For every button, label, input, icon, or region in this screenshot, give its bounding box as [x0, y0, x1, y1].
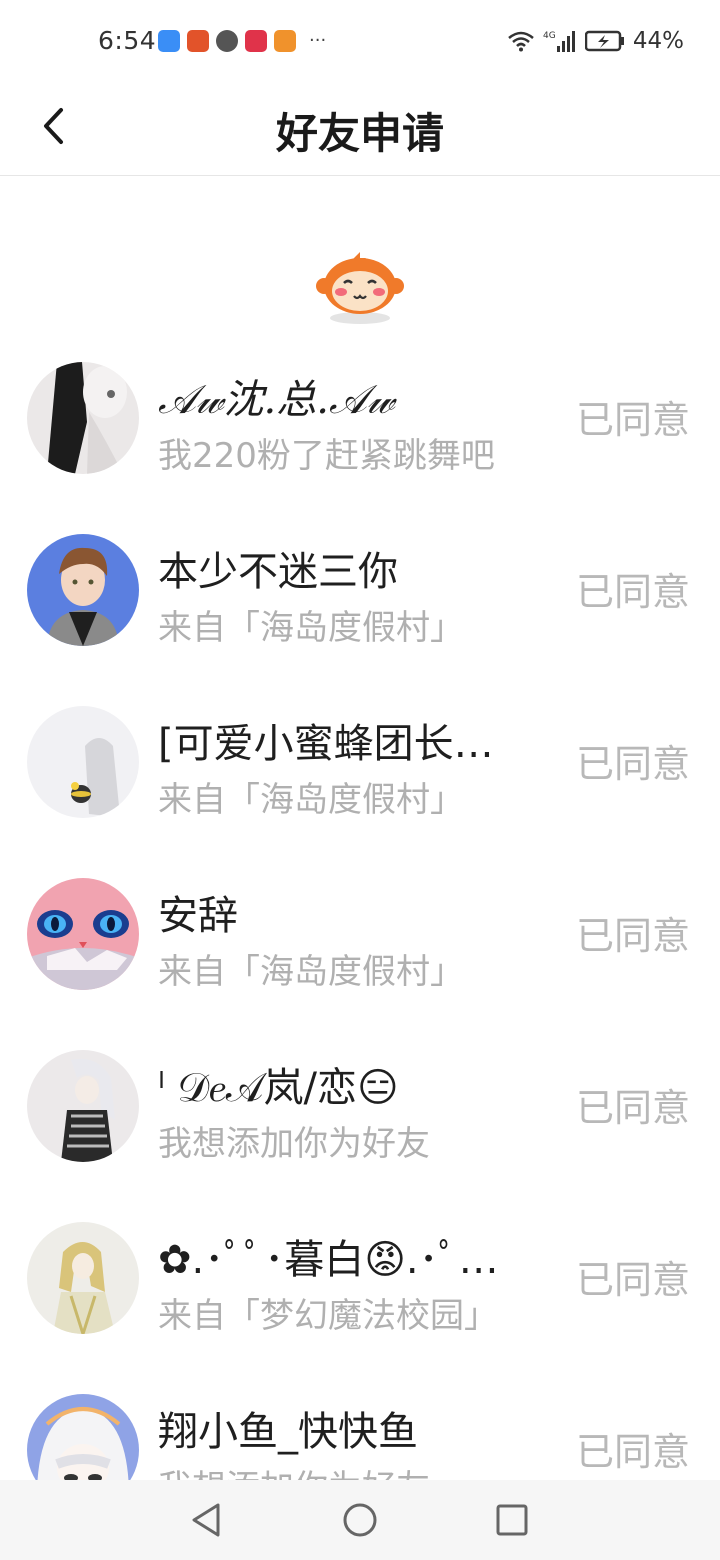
requester-name: 翔小鱼_快快鱼: [158, 1409, 418, 1455]
list-item[interactable]: 翔小鱼_快快鱼 我想添加你为好友 已同意: [0, 1366, 720, 1480]
accepted-status: 已同意: [575, 742, 690, 786]
avatar[interactable]: [27, 534, 139, 646]
request-message: 来自「梦幻魔法校园」: [158, 1296, 498, 1336]
requester-name: ✿.･ﾟﾟ･暮白😡.･ﾟ…: [158, 1237, 499, 1283]
accepted-status: 已同意: [575, 570, 690, 614]
accepted-status: 已同意: [575, 1430, 690, 1474]
avatar[interactable]: [27, 878, 139, 990]
list-item[interactable]: 𝒜𝓌沈.总.𝒜𝓌 我220粉了赶紧跳舞吧 已同意: [0, 334, 720, 506]
requester-name: 𝒜𝓌沈.总.𝒜𝓌: [158, 377, 395, 423]
book-app-icon: [245, 30, 267, 52]
avatar[interactable]: [27, 706, 139, 818]
avatar[interactable]: [27, 1050, 139, 1162]
globe-app-icon: [216, 30, 238, 52]
avatar[interactable]: [27, 362, 139, 474]
nav-home-button[interactable]: [338, 1498, 382, 1542]
list-item[interactable]: 本少不迷三你 来自「海岛度假村」 已同意: [0, 506, 720, 678]
signal-icon: 4G: [543, 31, 575, 52]
video-app-icon: [274, 30, 296, 52]
app-header: 好友申请: [0, 84, 720, 176]
friend-request-list[interactable]: 𝒜𝓌沈.总.𝒜𝓌 我220粉了赶紧跳舞吧 已同意 本少不迷三你 来自「海岛度假村…: [0, 334, 720, 1480]
request-message: 来自「海岛度假村」: [158, 952, 464, 992]
cloud-app-icon: [158, 30, 180, 52]
circle-home-icon: [343, 1503, 377, 1537]
network-type-label: 4G: [543, 31, 556, 41]
list-item[interactable]: ˡ 𝒟𝑒𝒜岚/恋😑 我想添加你为好友 已同意: [0, 1022, 720, 1194]
triangle-back-icon: [192, 1503, 220, 1537]
accepted-status: 已同意: [575, 398, 690, 442]
accepted-status: 已同意: [575, 1086, 690, 1130]
status-right: 4G 44%: [507, 28, 684, 54]
more-notifications-icon: ···: [309, 30, 327, 51]
accepted-status: 已同意: [575, 914, 690, 958]
request-message: 我想添加你为好友: [158, 1466, 558, 1480]
requester-name: 安辞: [158, 893, 238, 939]
status-bar: 6:54 ··· 4G 44%: [0, 0, 720, 84]
requester-name: 本少不迷三你: [158, 549, 398, 595]
status-time: 6:54: [98, 26, 157, 55]
system-navigation-bar: [0, 1480, 720, 1560]
monkey-mascot-icon: [316, 252, 404, 324]
request-message: 我220粉了赶紧跳舞吧: [158, 436, 495, 476]
wifi-icon: [508, 31, 534, 52]
nav-recents-button[interactable]: [490, 1498, 534, 1542]
accepted-status: 已同意: [575, 1258, 690, 1302]
list-item[interactable]: ✿.･ﾟﾟ･暮白😡.･ﾟ… 来自「梦幻魔法校园」 已同意: [0, 1194, 720, 1366]
square-recents-icon: [496, 1504, 528, 1536]
requester-name: ˡ 𝒟𝑒𝒜岚/恋😑: [158, 1065, 399, 1111]
status-notification-icons: ···: [158, 30, 326, 52]
list-item[interactable]: 安辞 来自「海岛度假村」 已同意: [0, 850, 720, 1022]
request-message: 我想添加你为好友: [158, 1124, 430, 1164]
nav-back-button[interactable]: [184, 1498, 228, 1542]
requester-name: [可爱小蜜蜂团长…: [158, 721, 494, 767]
avatar[interactable]: [27, 1222, 139, 1334]
list-item[interactable]: [可爱小蜜蜂团长… 来自「海岛度假村」 已同意: [0, 678, 720, 850]
battery-icon: [584, 30, 624, 52]
page-title: 好友申请: [275, 109, 444, 158]
request-message: 来自「海岛度假村」: [158, 780, 464, 820]
avatar[interactable]: [27, 1394, 139, 1480]
game-app-icon: [187, 30, 209, 52]
battery-percentage: 44%: [632, 28, 684, 54]
request-message: 来自「海岛度假村」: [158, 608, 464, 648]
